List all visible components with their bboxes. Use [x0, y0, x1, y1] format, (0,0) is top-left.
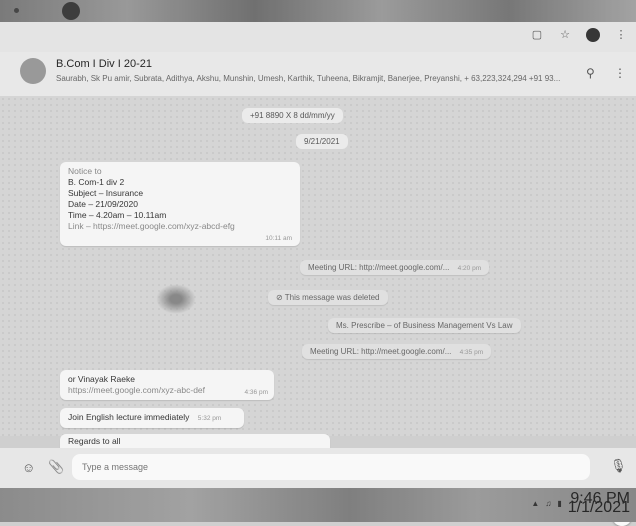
message-time: 4:20 pm — [457, 265, 482, 272]
message-composer: ☺ 📎 🎙 — [0, 448, 636, 488]
chat-header[interactable]: B.Com I Div I 20-21 Saurabh, Sk Pu amir,… — [0, 52, 636, 97]
chat-menu-icon[interactable]: ⋮ — [614, 66, 626, 80]
browser-toolbar: ▢ ☆ ⋮ — [0, 22, 636, 52]
outgoing-message[interactable]: Meeting URL: http://meet.google.com/... … — [300, 260, 490, 275]
message-text[interactable]: Meeting URL: http://meet.google.com/... — [310, 347, 451, 356]
search-icon[interactable]: ⚲ — [586, 66, 595, 80]
battery-icon[interactable]: ▮ — [557, 499, 561, 508]
group-title[interactable]: B.Com I Div I 20-21 — [56, 58, 152, 70]
group-avatar[interactable] — [20, 58, 46, 84]
profile-icon[interactable] — [586, 28, 600, 42]
message-time: 10:11 am — [265, 235, 292, 242]
date-pill: 9/21/2021 — [296, 134, 348, 149]
outgoing-message[interactable]: Meeting URL: http://meet.google.com/... … — [302, 344, 492, 359]
volume-icon[interactable]: ♫ — [545, 499, 551, 508]
clock-date: 1/1/2021 — [567, 499, 630, 516]
message-text[interactable]: Meeting URL: http://meet.google.com/... — [308, 263, 449, 272]
notice-line: B. Com-1 div 2 — [68, 177, 125, 187]
browser-logo-icon[interactable] — [62, 2, 80, 20]
message-text[interactable]: Ms. Prescribe – of Business Management V… — [336, 321, 513, 330]
window-dot-icon — [14, 8, 19, 13]
sender-name: or Vinayak Raeke — [68, 374, 135, 384]
notice-message[interactable]: Notice to B. Com-1 div 2 Subject – Insur… — [60, 162, 300, 246]
notice-line: Date – 21/09/2020 — [68, 199, 138, 209]
emoji-icon[interactable]: ☺ — [22, 460, 35, 475]
network-icon[interactable]: ▲ — [531, 499, 539, 508]
message-text: This message was deleted — [284, 293, 380, 302]
notice-line: Subject – Insurance — [68, 188, 144, 198]
message-time: 4:36 pm — [244, 389, 269, 396]
message-list[interactable]: +91 8890 X 8 dd/mm/yy 9/21/2021 Notice t… — [0, 96, 636, 526]
system-tray: ▲ ♫ ▮ 9:46 PM 1/1/2021 — [531, 491, 630, 516]
microphone-icon[interactable]: 🎙 — [610, 458, 627, 474]
tab-icon[interactable]: ▢ — [530, 28, 544, 42]
outgoing-message[interactable]: Ms. Prescribe – of Business Management V… — [328, 318, 521, 333]
media-thumbnail[interactable] — [156, 284, 196, 314]
group-members-list: Saurabh, Sk Pu amir, Subrata, Adithya, A… — [56, 74, 561, 83]
os-taskbar: ▲ ♫ ▮ 9:46 PM 1/1/2021 — [0, 488, 636, 522]
star-icon[interactable]: ☆ — [558, 28, 572, 42]
incoming-message[interactable]: Regards to all — [60, 434, 330, 448]
message-text[interactable]: Join English lecture immediately — [68, 412, 189, 422]
message-text[interactable]: Regards to all — [68, 436, 120, 446]
message-input[interactable] — [72, 454, 590, 480]
attach-icon[interactable]: 📎 — [48, 459, 64, 475]
notice-link[interactable]: Link – https://meet.google.com/xyz-abcd-… — [68, 221, 292, 232]
deleted-icon: ⊘ — [276, 293, 285, 302]
incoming-message[interactable]: Join English lecture immediately 5:32 pm — [60, 408, 244, 428]
os-title-strip — [0, 0, 636, 22]
system-message: +91 8890 X 8 dd/mm/yy — [242, 108, 343, 123]
message-time: 4:35 pm — [459, 349, 484, 356]
message-text: or Vinayak Raeke https://meet.google.com… — [60, 370, 274, 400]
deleted-message[interactable]: ⊘ This message was deleted — [268, 290, 388, 305]
message-time: 5:32 pm — [197, 415, 222, 422]
incoming-message[interactable]: or Vinayak Raeke https://meet.google.com… — [60, 370, 274, 400]
message-link[interactable]: https://meet.google.com/xyz-abc-def — [68, 385, 266, 396]
notice-text: Notice to B. Com-1 div 2 Subject – Insur… — [60, 162, 300, 236]
notice-line: Notice to — [68, 166, 102, 176]
taskbar-clock[interactable]: 9:46 PM 1/1/2021 — [567, 491, 630, 516]
browser-toolbar-icons: ▢ ☆ ⋮ — [530, 28, 628, 42]
message-text: Join English lecture immediately 5:32 pm — [60, 408, 244, 428]
notice-line: Time – 4.20am – 10.11am — [68, 210, 167, 220]
menu-icon[interactable]: ⋮ — [614, 28, 628, 42]
